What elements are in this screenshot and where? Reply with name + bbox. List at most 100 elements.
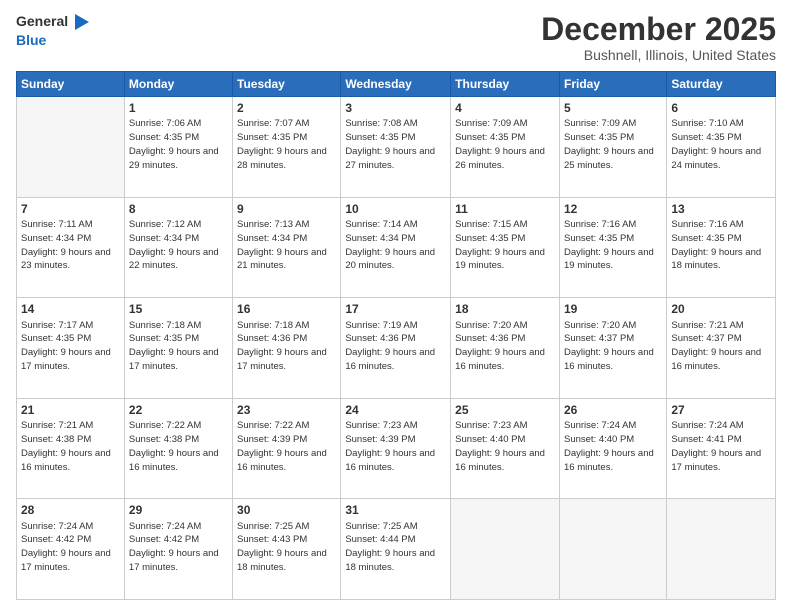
- calendar-header-row: Sunday Monday Tuesday Wednesday Thursday…: [17, 72, 776, 97]
- logo: General Blue: [16, 12, 91, 50]
- table-row: 13 Sunrise: 7:16 AMSunset: 4:35 PMDayligh…: [667, 197, 776, 298]
- table-row: 21 Sunrise: 7:21 AMSunset: 4:38 PMDayligh…: [17, 398, 125, 499]
- table-row: 23 Sunrise: 7:22 AMSunset: 4:39 PMDayligh…: [233, 398, 341, 499]
- calendar-table: Sunday Monday Tuesday Wednesday Thursday…: [16, 71, 776, 600]
- day-info: Sunrise: 7:21 AMSunset: 4:38 PMDaylight:…: [21, 420, 111, 472]
- day-info: Sunrise: 7:14 AMSunset: 4:34 PMDaylight:…: [345, 219, 435, 271]
- day-info: Sunrise: 7:09 AMSunset: 4:35 PMDaylight:…: [455, 118, 545, 170]
- day-number: 14: [21, 301, 120, 317]
- table-row: 7 Sunrise: 7:11 AMSunset: 4:34 PMDaylight…: [17, 197, 125, 298]
- table-row: 6Sunrise: 7:10 AMSunset: 4:35 PMDaylight…: [667, 97, 776, 198]
- day-number: 25: [455, 402, 555, 418]
- page: General Blue December 2025 Bushnell, Ill…: [0, 0, 792, 612]
- table-row: 9 Sunrise: 7:13 AMSunset: 4:34 PMDaylight…: [233, 197, 341, 298]
- title-block: December 2025 Bushnell, Illinois, United…: [541, 12, 776, 63]
- day-info: Sunrise: 7:24 AMSunset: 4:42 PMDaylight:…: [129, 521, 219, 573]
- day-number: 18: [455, 301, 555, 317]
- day-info: Sunrise: 7:07 AMSunset: 4:35 PMDaylight:…: [237, 118, 327, 170]
- table-row: 15Sunrise: 7:18 AMSunset: 4:35 PMDayligh…: [124, 298, 232, 399]
- main-title: December 2025: [541, 12, 776, 47]
- table-row: 14 Sunrise: 7:17 AMSunset: 4:35 PMDayligh…: [17, 298, 125, 399]
- day-number: 29: [129, 502, 228, 518]
- day-info: Sunrise: 7:19 AMSunset: 4:36 PMDaylight:…: [345, 320, 435, 372]
- day-number: 26: [564, 402, 662, 418]
- day-info: Sunrise: 7:22 AMSunset: 4:38 PMDaylight:…: [129, 420, 219, 472]
- logo-blue: Blue: [16, 32, 46, 48]
- day-info: Sunrise: 7:12 AMSunset: 4:34 PMDaylight:…: [129, 219, 219, 271]
- day-number: 2: [237, 100, 336, 116]
- day-info: Sunrise: 7:06 AMSunset: 4:35 PMDaylight:…: [129, 118, 219, 170]
- table-row: 25Sunrise: 7:23 AMSunset: 4:40 PMDayligh…: [451, 398, 560, 499]
- table-row: 2 Sunrise: 7:07 AMSunset: 4:35 PMDaylight…: [233, 97, 341, 198]
- day-number: 13: [671, 201, 771, 217]
- day-info: Sunrise: 7:24 AMSunset: 4:41 PMDaylight:…: [671, 420, 761, 472]
- table-row: 11Sunrise: 7:15 AMSunset: 4:35 PMDayligh…: [451, 197, 560, 298]
- table-row: [451, 499, 560, 600]
- table-row: 29 Sunrise: 7:24 AMSunset: 4:42 PMDayligh…: [124, 499, 232, 600]
- table-row: 22 Sunrise: 7:22 AMSunset: 4:38 PMDayligh…: [124, 398, 232, 499]
- day-info: Sunrise: 7:20 AMSunset: 4:37 PMDaylight:…: [564, 320, 654, 372]
- table-row: 28Sunrise: 7:24 AMSunset: 4:42 PMDayligh…: [17, 499, 125, 600]
- day-number: 17: [345, 301, 446, 317]
- table-row: 16Sunrise: 7:18 AMSunset: 4:36 PMDayligh…: [233, 298, 341, 399]
- table-row: 18Sunrise: 7:20 AMSunset: 4:36 PMDayligh…: [451, 298, 560, 399]
- col-friday: Friday: [559, 72, 666, 97]
- day-info: Sunrise: 7:16 AMSunset: 4:35 PMDaylight:…: [564, 219, 654, 271]
- day-number: 7: [21, 201, 120, 217]
- day-number: 12: [564, 201, 662, 217]
- day-number: 22: [129, 402, 228, 418]
- day-number: 6: [671, 100, 771, 116]
- col-saturday: Saturday: [667, 72, 776, 97]
- day-number: 4: [455, 100, 555, 116]
- day-number: 21: [21, 402, 120, 418]
- day-info: Sunrise: 7:25 AMSunset: 4:44 PMDaylight:…: [345, 521, 435, 573]
- day-number: 31: [345, 502, 446, 518]
- table-row: 10Sunrise: 7:14 AMSunset: 4:34 PMDayligh…: [341, 197, 451, 298]
- day-number: 16: [237, 301, 336, 317]
- logo-general: General: [16, 13, 68, 29]
- day-info: Sunrise: 7:22 AMSunset: 4:39 PMDaylight:…: [237, 420, 327, 472]
- day-number: 3: [345, 100, 446, 116]
- day-number: 8: [129, 201, 228, 217]
- col-monday: Monday: [124, 72, 232, 97]
- calendar-week-row: 14 Sunrise: 7:17 AMSunset: 4:35 PMDayligh…: [17, 298, 776, 399]
- table-row: 5 Sunrise: 7:09 AMSunset: 4:35 PMDaylight…: [559, 97, 666, 198]
- day-info: Sunrise: 7:09 AMSunset: 4:35 PMDaylight:…: [564, 118, 654, 170]
- table-row: 24 Sunrise: 7:23 AMSunset: 4:39 PMDayligh…: [341, 398, 451, 499]
- calendar-week-row: 21 Sunrise: 7:21 AMSunset: 4:38 PMDayligh…: [17, 398, 776, 499]
- logo-wordmark: General Blue: [16, 12, 91, 50]
- table-row: [17, 97, 125, 198]
- day-number: 30: [237, 502, 336, 518]
- day-info: Sunrise: 7:18 AMSunset: 4:35 PMDaylight:…: [129, 320, 219, 372]
- day-number: 23: [237, 402, 336, 418]
- col-wednesday: Wednesday: [341, 72, 451, 97]
- day-info: Sunrise: 7:08 AMSunset: 4:35 PMDaylight:…: [345, 118, 435, 170]
- table-row: [559, 499, 666, 600]
- logo-triangle-icon: [71, 12, 91, 32]
- day-info: Sunrise: 7:13 AMSunset: 4:34 PMDaylight:…: [237, 219, 327, 271]
- day-info: Sunrise: 7:23 AMSunset: 4:39 PMDaylight:…: [345, 420, 435, 472]
- day-info: Sunrise: 7:17 AMSunset: 4:35 PMDaylight:…: [21, 320, 111, 372]
- table-row: 17 Sunrise: 7:19 AMSunset: 4:36 PMDayligh…: [341, 298, 451, 399]
- table-row: 12 Sunrise: 7:16 AMSunset: 4:35 PMDayligh…: [559, 197, 666, 298]
- day-info: Sunrise: 7:25 AMSunset: 4:43 PMDaylight:…: [237, 521, 327, 573]
- day-number: 24: [345, 402, 446, 418]
- day-number: 9: [237, 201, 336, 217]
- day-number: 5: [564, 100, 662, 116]
- subtitle: Bushnell, Illinois, United States: [541, 47, 776, 63]
- col-thursday: Thursday: [451, 72, 560, 97]
- day-info: Sunrise: 7:24 AMSunset: 4:42 PMDaylight:…: [21, 521, 111, 573]
- day-info: Sunrise: 7:24 AMSunset: 4:40 PMDaylight:…: [564, 420, 654, 472]
- col-tuesday: Tuesday: [233, 72, 341, 97]
- table-row: 4 Sunrise: 7:09 AMSunset: 4:35 PMDaylight…: [451, 97, 560, 198]
- day-info: Sunrise: 7:11 AMSunset: 4:34 PMDaylight:…: [21, 219, 111, 271]
- table-row: 30 Sunrise: 7:25 AMSunset: 4:43 PMDayligh…: [233, 499, 341, 600]
- day-info: Sunrise: 7:16 AMSunset: 4:35 PMDaylight:…: [671, 219, 761, 271]
- table-row: 1Sunrise: 7:06 AMSunset: 4:35 PMDaylight…: [124, 97, 232, 198]
- day-number: 11: [455, 201, 555, 217]
- header: General Blue December 2025 Bushnell, Ill…: [16, 12, 776, 63]
- calendar-week-row: 7 Sunrise: 7:11 AMSunset: 4:34 PMDaylight…: [17, 197, 776, 298]
- col-sunday: Sunday: [17, 72, 125, 97]
- calendar-week-row: 28Sunrise: 7:24 AMSunset: 4:42 PMDayligh…: [17, 499, 776, 600]
- table-row: 26 Sunrise: 7:24 AMSunset: 4:40 PMDayligh…: [559, 398, 666, 499]
